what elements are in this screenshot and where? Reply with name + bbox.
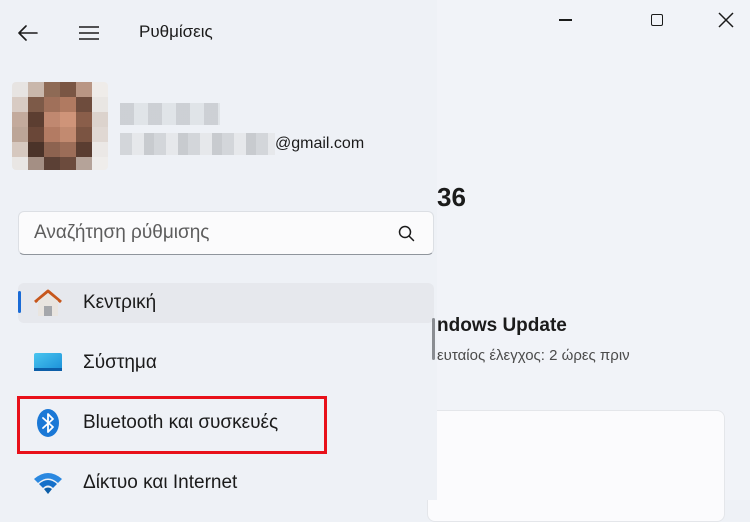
highlight-box [17,396,327,454]
home-icon [32,287,64,319]
windows-update-title[interactable]: ndows Update [437,315,567,337]
sidebar-item-system[interactable]: Σύστημα [18,343,434,383]
email-domain: @gmail.com [275,135,365,152]
app-title: Ρυθμίσεις [139,22,213,41]
wifi-icon [32,467,64,499]
avatar[interactable] [12,82,108,170]
sidebar-item-home[interactable]: Κεντρική [18,283,434,323]
user-name-blurred [120,103,220,125]
close-button[interactable] [703,6,749,34]
user-email: @gmail.com [120,133,364,155]
selection-indicator [18,291,21,313]
email-blurred-part [120,133,275,155]
menu-button[interactable] [74,20,104,46]
system-display-icon [32,347,64,379]
sidebar-item-label: Κεντρική [83,292,157,313]
hamburger-icon [79,26,99,40]
main-content-pane: 36 ndows Update ευταίος έλεγχος: 2 ώρες … [427,0,750,522]
minimize-icon [558,19,572,21]
minimize-button[interactable] [542,6,588,34]
search-icon[interactable] [398,225,415,242]
maximize-button[interactable] [634,6,680,34]
content-card [427,410,725,522]
close-icon [718,12,734,28]
navigation-pane: Ρυθμίσεις @gmail.com Αναζήτηση ρύθμισης … [0,0,437,500]
back-arrow-icon [18,25,38,41]
os-version-text: 36 [437,182,466,212]
scrollbar[interactable] [432,318,435,360]
windows-update-last-checked: ευταίος έλεγχος: 2 ώρες πριν [437,347,630,364]
sidebar-item-label: Δίκτυο και Internet [83,472,238,493]
maximize-icon [651,14,663,26]
search-placeholder: Αναζήτηση ρύθμισης [34,222,210,243]
back-button[interactable] [14,20,42,46]
sidebar-item-label: Σύστημα [83,352,157,373]
search-input[interactable]: Αναζήτηση ρύθμισης [18,211,434,255]
sidebar-item-network[interactable]: Δίκτυο και Internet [18,463,434,503]
